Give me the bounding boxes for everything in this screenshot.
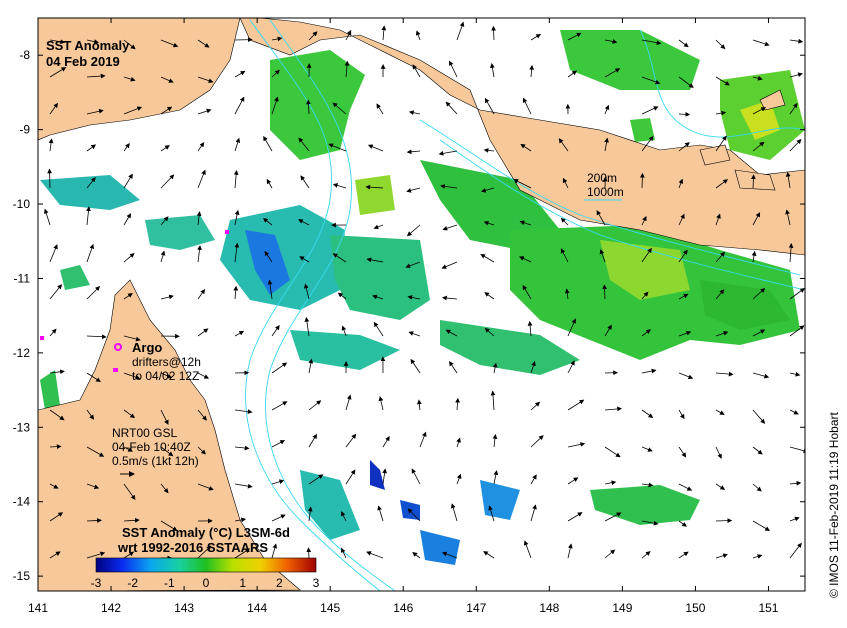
current-vector-arrow [639, 172, 645, 189]
lat-tick-label: -9 [19, 123, 30, 137]
argo-drifters-text: drifters@12h [132, 355, 201, 369]
current-source-text: NRT00 GSL [112, 426, 177, 440]
colorbar-title: SST Anomaly (°C) L3SM-6d [122, 525, 290, 540]
current-vector-arrow [715, 518, 733, 524]
colorbar-subtitle: wrt 1992-2016 SSTAARS [117, 540, 268, 555]
isobath-1000m-label: 1000m [587, 185, 624, 199]
isobath-200m-label: 200m [587, 171, 617, 185]
colorbar-tick-label: -3 [91, 576, 102, 590]
lat-tick-label: -15 [13, 569, 31, 583]
lat-tick-label: -11 [14, 271, 31, 285]
colorbar-gradient [95, 557, 317, 573]
lat-tick-label: -12 [13, 346, 31, 360]
lon-tick-label: 148 [539, 601, 559, 615]
current-vector-arrow [47, 168, 53, 189]
argo-float [225, 230, 229, 234]
argo-float [40, 336, 44, 340]
colorbar-tick-label: 0 [203, 576, 210, 590]
sst-anomaly-map: 141 142 143 144 145 146 147 148 149 150 151 -8 -9 -1… [13, 17, 841, 615]
argo-label: Argo [132, 340, 162, 355]
lat-tick-label: -10 [13, 197, 31, 211]
current-time-text: 04-Feb 10:40Z [112, 440, 191, 454]
argo-period-text: to 04/02 12Z [132, 369, 199, 383]
lat-tick-label: -14 [13, 495, 31, 509]
lon-tick-label: 147 [466, 601, 486, 615]
lon-tick-label: 143 [174, 601, 194, 615]
colorbar-tick-label: 1 [239, 576, 246, 590]
lon-tick-label: 151 [758, 601, 778, 615]
lon-tick-label: 142 [101, 601, 121, 615]
colorbar-tick-label: -1 [164, 576, 175, 590]
map-title: SST Anomaly [46, 38, 130, 53]
lat-tick-label: -13 [13, 420, 31, 434]
argo-float [113, 368, 118, 372]
credit-text: © IMOS 11-Feb-2019 11:19 Hobart [827, 412, 841, 598]
colorbar-tick-label: 2 [276, 576, 283, 590]
map-date: 04 Feb 2019 [46, 54, 120, 69]
lon-tick-label: 141 [28, 601, 48, 615]
current-scale-text: 0.5m/s (1kt 12h) [112, 454, 199, 468]
lon-tick-label: 149 [612, 601, 632, 615]
lon-tick-label: 145 [320, 601, 340, 615]
lon-tick-label: 144 [247, 601, 267, 615]
current-vector-arrow [306, 547, 312, 559]
colorbar-tick-label: -2 [127, 576, 138, 590]
lat-tick-label: -8 [19, 48, 30, 62]
lon-tick-label: 150 [685, 601, 705, 615]
lon-tick-label: 146 [393, 601, 413, 615]
colorbar-tick-label: 3 [313, 576, 320, 590]
